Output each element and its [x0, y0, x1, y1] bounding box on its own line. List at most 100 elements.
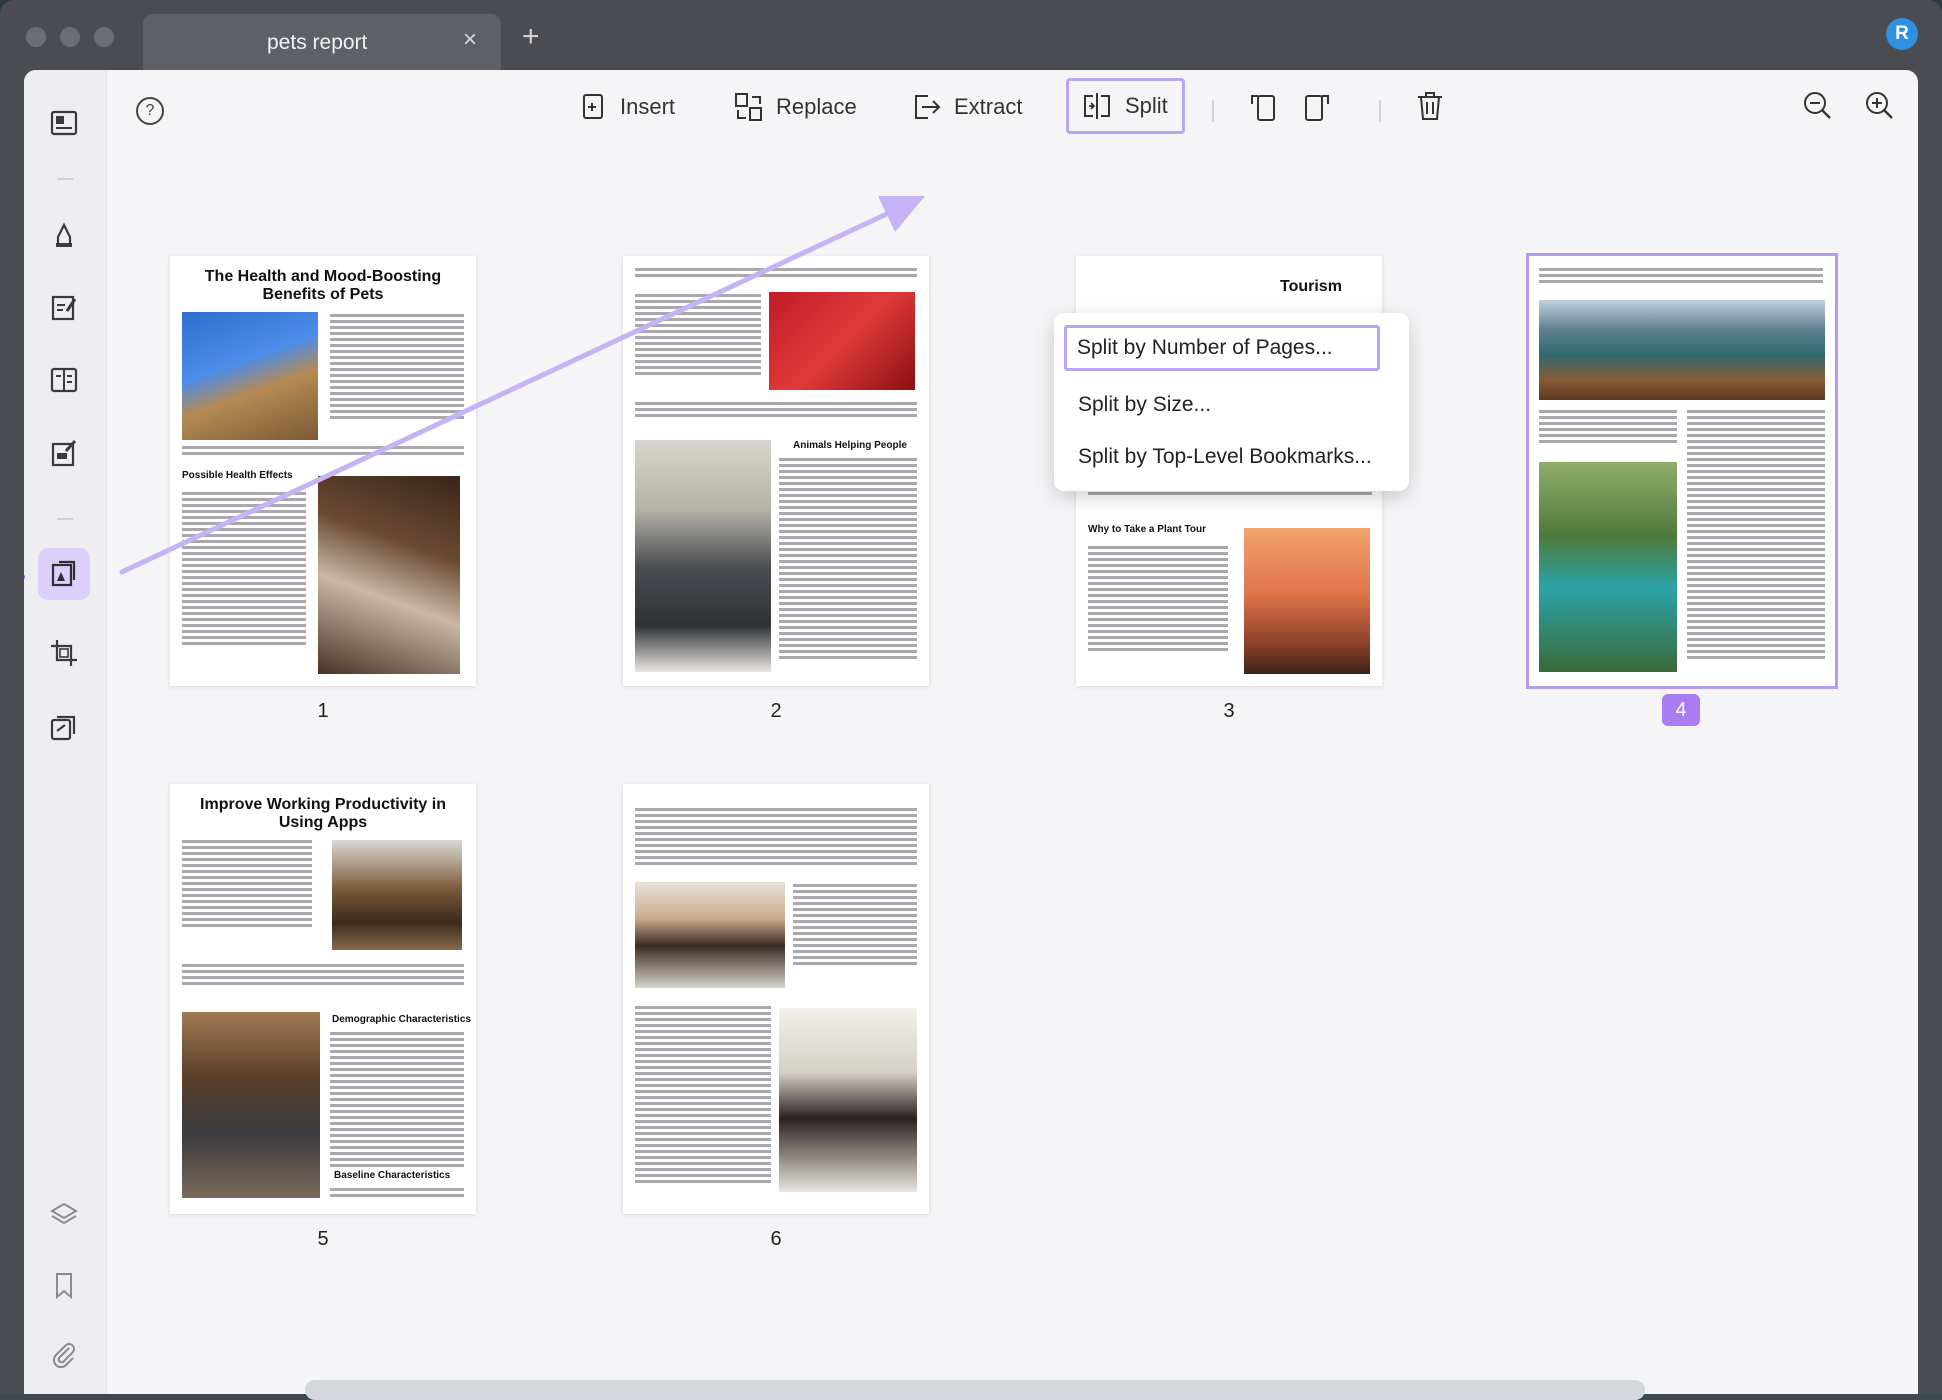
insert-icon	[583, 94, 603, 119]
page-3-title: Tourism	[1280, 278, 1342, 295]
toolbar-divider	[1212, 100, 1214, 122]
office-meeting-photo	[332, 840, 462, 950]
rotate-right-icon	[1305, 95, 1329, 121]
page-number-4: 4	[1662, 694, 1700, 726]
dog-and-cat-photo	[318, 476, 460, 674]
page-1-text	[182, 492, 306, 648]
organize-toolbar: ? Insert Replace Extract Split	[106, 70, 1918, 170]
page-4-text	[1539, 268, 1823, 286]
help-button[interactable]: ?	[136, 97, 164, 125]
left-sidebar	[24, 70, 107, 1394]
bookmark-icon	[56, 1273, 72, 1300]
toolbar-divider	[1379, 100, 1381, 122]
zoom-out-button[interactable]	[1802, 90, 1834, 127]
page-5-text	[330, 1032, 464, 1170]
layers-icon	[50, 1202, 78, 1225]
organize-pages-button[interactable]	[38, 548, 90, 600]
page-thumbnail-5[interactable]: Improve Working Productivity in Using Ap…	[170, 784, 476, 1214]
page-2-heading: Animals Helping People	[793, 440, 907, 451]
attachments-button[interactable]	[41, 1332, 87, 1378]
trash-icon	[1418, 92, 1442, 120]
reader-icon	[50, 110, 78, 136]
organize-pages-icon	[51, 560, 76, 587]
page-thumbnail-6[interactable]	[623, 784, 929, 1214]
sign-document-icon	[51, 439, 77, 467]
page-thumbnail-1[interactable]: The Health and Mood-Boosting Benefits of…	[170, 256, 476, 686]
zoom-out-icon	[1804, 92, 1831, 119]
cat-with-flowers-photo	[635, 440, 771, 672]
sidebar-divider	[57, 178, 73, 180]
page-2-text	[635, 402, 917, 420]
user-avatar[interactable]: R	[1886, 18, 1918, 50]
page-thumbnail-4[interactable]	[1526, 253, 1838, 689]
split-label: Split	[1125, 93, 1168, 118]
page-number-5: 5	[317, 1228, 329, 1250]
split-by-bookmarks-option[interactable]: Split by Top-Level Bookmarks...	[1078, 445, 1372, 469]
sign-tool-button[interactable]	[41, 430, 87, 476]
form-icon	[50, 367, 78, 393]
active-indicator	[24, 574, 25, 580]
cat-photo	[182, 312, 318, 440]
page-5-heading: Demographic Characteristics	[332, 1014, 471, 1025]
page-6-text	[793, 884, 917, 968]
page-1-text	[330, 314, 464, 422]
edit-pdf-button[interactable]	[41, 284, 87, 330]
document-tab[interactable]: pets report ×	[143, 14, 501, 70]
woman-writing-photo	[779, 1008, 917, 1192]
page-5-text	[182, 840, 312, 930]
insert-button[interactable]: Insert	[582, 82, 675, 132]
extract-button[interactable]: Extract	[912, 82, 1022, 132]
page-6-text	[635, 808, 917, 868]
minimize-window-button[interactable]	[60, 27, 80, 47]
delete-page-button[interactable]	[1416, 90, 1444, 127]
page-2-text	[779, 458, 917, 662]
zoom-in-button[interactable]	[1864, 90, 1896, 127]
page-thumbnail-2[interactable]: Animals Helping People	[623, 256, 929, 686]
puppies-photo	[769, 292, 915, 390]
form-tool-button[interactable]	[41, 357, 87, 403]
replace-icon	[735, 93, 762, 121]
rotate-left-button[interactable]	[1248, 90, 1278, 129]
extract-label: Extract	[954, 94, 1023, 119]
page-2-text	[635, 294, 761, 378]
page-grid: The Health and Mood-Boosting Benefits of…	[106, 170, 1918, 1394]
tab-title: pets report	[267, 31, 368, 54]
zoom-window-button[interactable]	[94, 27, 114, 47]
page-5-title: Improve Working Productivity in Using Ap…	[200, 796, 446, 831]
woman-laptop-photo	[635, 882, 785, 988]
bottom-dock-hint	[305, 1380, 1645, 1400]
boat-lake-photo	[1539, 300, 1825, 400]
page-3-text	[1088, 546, 1228, 654]
rotate-right-button[interactable]	[1302, 90, 1332, 129]
page-number-3: 3	[1223, 700, 1235, 722]
split-icon	[1084, 93, 1110, 119]
comment-tool-button[interactable]	[41, 212, 87, 258]
page-4-text	[1687, 410, 1825, 662]
reader-mode-button[interactable]	[41, 100, 87, 146]
bookmarks-button[interactable]	[41, 1262, 87, 1308]
crop-tool-button[interactable]	[41, 630, 87, 676]
coworking-photo	[182, 1012, 320, 1198]
close-window-button[interactable]	[26, 27, 46, 47]
page-5-text	[182, 964, 464, 988]
split-by-size-option[interactable]: Split by Size...	[1078, 393, 1211, 417]
paperclip-icon	[52, 1343, 75, 1369]
layers-button[interactable]	[41, 1192, 87, 1238]
batch-tool-button[interactable]	[41, 704, 87, 750]
split-by-number-of-pages-option[interactable]: Split by Number of Pages...	[1064, 325, 1380, 371]
crop-icon	[51, 640, 77, 666]
split-button[interactable]: Split	[1066, 78, 1185, 134]
page-6-text	[635, 1006, 771, 1186]
page-number-6: 6	[770, 1228, 782, 1250]
page-4-text	[1539, 410, 1677, 446]
page-3-heading: Why to Take a Plant Tour	[1088, 524, 1206, 535]
highlighter-icon	[56, 222, 72, 247]
split-dropdown-menu: Split by Number of Pages... Split by Siz…	[1054, 313, 1409, 491]
new-tab-button[interactable]: +	[522, 22, 540, 52]
eiffel-tower-photo	[1244, 528, 1370, 674]
extract-icon	[915, 95, 941, 119]
tab-close-icon[interactable]: ×	[463, 28, 477, 52]
replace-button[interactable]: Replace	[734, 82, 857, 132]
page-number-2: 2	[770, 700, 782, 722]
batch-icon	[50, 715, 76, 741]
